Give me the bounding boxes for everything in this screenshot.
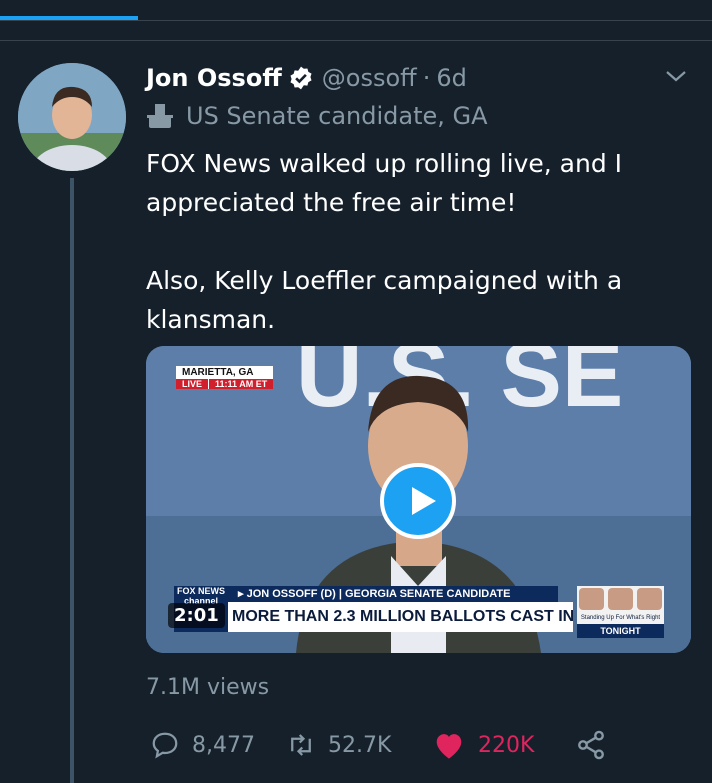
live-indicator: LIVE 11:11 AM ET: [176, 379, 274, 389]
tweet-content: Jon Ossoff @ossoff · 6d US Senate candid…: [146, 58, 691, 339]
like-button[interactable]: 220K: [432, 725, 534, 765]
live-badge: LIVE: [176, 379, 209, 389]
share-button[interactable]: [574, 725, 620, 765]
active-tab-indicator: [0, 16, 138, 20]
avatar[interactable]: [18, 63, 126, 171]
share-icon: [578, 730, 604, 760]
retweet-count: 52.7K: [328, 732, 392, 758]
promo-bar: TONIGHT: [577, 624, 664, 638]
chevron-down-icon[interactable]: [664, 64, 688, 88]
reply-count: 8,477: [192, 732, 255, 758]
tweet-paragraph: FOX News walked up rolling live, and I a…: [146, 149, 623, 217]
location-tag: MARIETTA, GA LIVE 11:11 AM ET: [176, 366, 274, 389]
retweet-icon: [291, 734, 311, 756]
like-count: 220K: [478, 732, 535, 758]
heart-icon: [436, 734, 462, 759]
ballot-box-icon: [147, 104, 173, 128]
avatar-image: [18, 63, 126, 171]
reply-button[interactable]: 8,477: [150, 725, 255, 765]
video-duration: 2:01: [168, 603, 225, 628]
chyron-headline: MORE THAN 2.3 MILLION BALLOTS CAST IN GA…: [228, 602, 573, 632]
tweet-header: Jon Ossoff @ossoff · 6d: [146, 58, 691, 98]
retweet-button[interactable]: 52.7K: [286, 725, 391, 765]
location-city: MARIETTA, GA: [176, 366, 274, 379]
tweet-paragraph: Also, Kelly Loeffler campaigned with a k…: [146, 266, 623, 334]
tab-divider: [0, 20, 712, 21]
reply-icon: [152, 732, 178, 759]
news-chyron: FOX NEWS channel ▸ JON OSSOFF (D) | GEOR…: [174, 586, 664, 638]
author-name[interactable]: Jon Ossoff: [146, 64, 282, 92]
tweet-timestamp[interactable]: 6d: [436, 64, 467, 92]
live-time: 11:11 AM ET: [208, 379, 274, 389]
show-promo: Standing Up For What's Right TONIGHT: [577, 586, 664, 638]
author-handle[interactable]: @ossoff: [322, 64, 417, 92]
play-icon[interactable]: [380, 463, 456, 539]
video-player[interactable]: U.S. SE MARIETTA, GA LIVE 11:11 AM ET FO…: [146, 346, 691, 653]
account-label: US Senate candidate, GA: [146, 98, 691, 134]
action-bar: 8,477 52.7K 220K: [146, 725, 691, 765]
tweet-text: FOX News walked up rolling live, and I a…: [146, 144, 691, 339]
time-separator: ·: [422, 64, 431, 92]
verified-badge-icon: [290, 66, 312, 90]
thread-line: [70, 178, 74, 783]
promo-hosts-image: [577, 586, 664, 612]
account-label-text: US Senate candidate, GA: [186, 102, 488, 130]
tab-bar: [0, 0, 712, 41]
promo-tagline: Standing Up For What's Right: [580, 615, 661, 621]
view-count: 7.1M views: [146, 675, 270, 700]
chyron-subtitle: ▸ JON OSSOFF (D) | GEORGIA SENATE CANDID…: [228, 586, 558, 602]
